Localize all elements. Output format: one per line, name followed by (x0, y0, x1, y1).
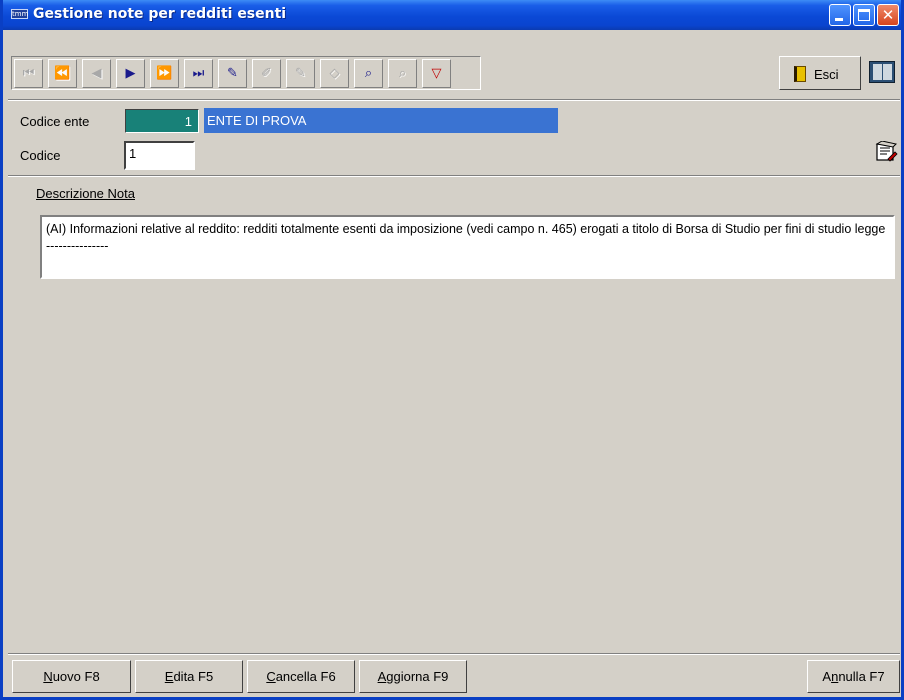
minimize-button[interactable] (829, 4, 851, 26)
close-icon: ✕ (881, 6, 895, 24)
minimize-icon (835, 18, 843, 21)
magnifier-dots-icon: ⌕ (398, 66, 407, 81)
navigation-toolbar: ⏮ ⏪ ◀ ▶ ⏩ ⏭ ✎ ✐ ✎ ◇ ⌕ ⌕ ▽ (11, 56, 481, 90)
exit-button[interactable]: Esci (779, 56, 861, 90)
aggiorna-button-label: ggiorna F9 (386, 669, 449, 684)
previous-record-button[interactable]: ◀ (82, 59, 111, 88)
aggiorna-button[interactable]: Aggiorna F9 (359, 660, 467, 693)
descrizione-nota-label: Descrizione Nota (36, 186, 135, 201)
nuovo-button[interactable]: Nuovo F8 (12, 660, 131, 693)
close-button[interactable]: ✕ (877, 4, 899, 26)
next-icon: ▶ (125, 66, 136, 81)
new-record-button[interactable]: ✎ (218, 59, 247, 88)
first-icon: ⏮ (22, 66, 35, 81)
help-button[interactable] (865, 56, 899, 90)
window-title: Gestione note per redditi esenti (33, 6, 287, 22)
application-window: tmm Gestione note per redditi esenti ✕ ⏮… (0, 0, 904, 700)
edit-record-button[interactable]: ✐ (252, 59, 281, 88)
codice-label: Codice (20, 148, 61, 163)
eraser-minus-icon: ✎ (295, 66, 306, 81)
fast-forward-button[interactable]: ⏩ (150, 59, 179, 88)
fast-back-button[interactable]: ⏪ (48, 59, 77, 88)
toolbar: ⏮ ⏪ ◀ ▶ ⏩ ⏭ ✎ ✐ ✎ ◇ ⌕ ⌕ ▽ Esci (8, 52, 900, 95)
cancella-button[interactable]: Cancella F6 (247, 660, 355, 693)
pencil-plus-icon: ✎ (227, 66, 238, 81)
codice-ente-field[interactable]: 1 (125, 109, 199, 133)
delete-record-button[interactable]: ✎ (286, 59, 315, 88)
search-more-button[interactable]: ⌕ (388, 59, 417, 88)
last-icon: ⏭ (192, 66, 205, 81)
next-record-button[interactable]: ▶ (116, 59, 145, 88)
annulla-button-prefix: A (822, 669, 832, 684)
cancella-button-label: ancella F6 (275, 669, 336, 684)
descrizione-nota-textarea[interactable]: (AI) Informazioni relative al reddito: r… (40, 215, 895, 279)
book-icon (869, 61, 895, 83)
maximize-icon (858, 9, 870, 21)
app-icon: tmm (11, 9, 29, 19)
toolbar-divider (8, 99, 900, 101)
cancella-button-hotkey: C (266, 669, 276, 684)
annulla-button-label: nulla F7 (838, 669, 885, 684)
notepad-button[interactable] (874, 140, 898, 163)
clear-button[interactable]: ◇ (320, 59, 349, 88)
title-bar[interactable]: tmm Gestione note per redditi esenti ✕ (3, 0, 901, 30)
first-record-button[interactable]: ⏮ (14, 59, 43, 88)
maximize-button[interactable] (853, 4, 875, 26)
nuovo-button-label: uovo F8 (52, 669, 100, 684)
codice-input[interactable]: 1 (124, 141, 195, 170)
rewind-icon: ⏪ (54, 66, 71, 81)
edita-button-label: dita F5 (173, 669, 214, 684)
exit-button-label: Esci (814, 67, 839, 82)
notepad-icon (875, 140, 898, 162)
magnifier-icon: ⌕ (364, 66, 373, 81)
ente-name-display: ENTE DI PROVA (204, 108, 558, 133)
eraser-icon: ◇ (329, 66, 340, 81)
nuovo-button-hotkey: N (43, 669, 53, 684)
last-record-button[interactable]: ⏭ (184, 59, 213, 88)
form-divider (8, 175, 900, 177)
previous-icon: ◀ (91, 66, 102, 81)
eraser-icon: ✐ (261, 66, 272, 81)
codice-ente-label: Codice ente (20, 114, 90, 129)
filter-button[interactable]: ▽ (422, 59, 451, 88)
door-exit-icon (794, 66, 806, 82)
fast-forward-icon: ⏩ (156, 66, 173, 81)
annulla-button[interactable]: Annulla F7 (807, 660, 900, 693)
search-button[interactable]: ⌕ (354, 59, 383, 88)
footer-divider (8, 653, 900, 655)
funnel-icon: ▽ (431, 66, 442, 81)
aggiorna-button-hotkey: A (377, 669, 387, 684)
edita-button[interactable]: Edita F5 (135, 660, 243, 693)
